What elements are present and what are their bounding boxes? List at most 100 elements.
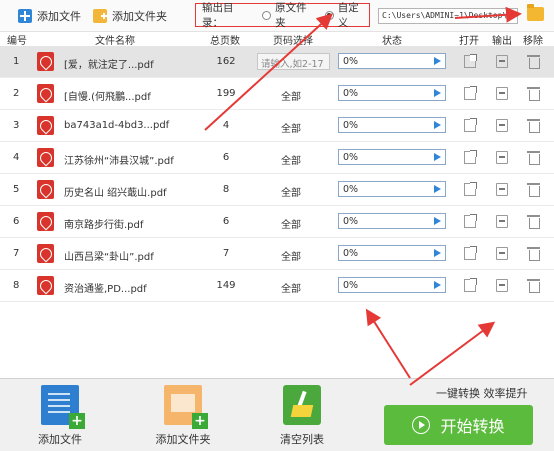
table-row[interactable]: 2 [自慢.(何飛鵬...pdf 199 全部 0% — [0, 78, 554, 110]
open-icon[interactable] — [464, 118, 477, 132]
file-name: 南京路步行街.pdf — [64, 220, 144, 231]
table-row[interactable]: 3 ba743a1d-4bd3...pdf 4 全部 0% — [0, 110, 554, 142]
open-icon[interactable] — [464, 278, 477, 292]
pdf-icon — [37, 116, 54, 135]
progress-text: 0% — [343, 152, 359, 163]
trash-icon[interactable] — [527, 55, 540, 69]
output-icon[interactable] — [496, 87, 508, 100]
output-icon[interactable] — [496, 215, 508, 228]
play-icon[interactable] — [434, 153, 441, 161]
row-index: 6 — [13, 216, 20, 227]
play-circle-icon — [412, 416, 431, 434]
file-name: ba743a1d-4bd3...pdf — [64, 120, 170, 131]
trash-icon[interactable] — [527, 87, 540, 101]
bottom-add-folder-label: 添加文件夹 — [155, 433, 211, 446]
bottom-add-file-button[interactable]: 添加文件 — [20, 385, 100, 447]
browse-folder-icon[interactable] — [527, 4, 544, 21]
file-name: [爱，就注定了...pdf — [64, 60, 154, 71]
pdf-icon — [37, 244, 54, 263]
col-index: 编号 — [7, 36, 27, 47]
open-icon[interactable] — [464, 214, 477, 228]
radio-custom[interactable] — [324, 10, 334, 20]
trash-icon[interactable] — [527, 279, 540, 293]
page-range[interactable]: 全部 — [266, 248, 316, 263]
pdf-icon — [37, 212, 54, 231]
table-row[interactable]: 8 资治通鉴,PD...pdf 149 全部 0% — [0, 270, 554, 302]
output-icon[interactable] — [496, 151, 508, 164]
add-file-button[interactable]: 添加文件 — [18, 7, 81, 25]
trash-icon[interactable] — [527, 151, 540, 165]
page-count: 8 — [222, 184, 230, 195]
open-icon[interactable] — [464, 54, 477, 68]
play-icon[interactable] — [434, 217, 441, 225]
trash-icon[interactable] — [527, 183, 540, 197]
trash-icon[interactable] — [527, 119, 540, 133]
page-range[interactable]: 全部 — [266, 88, 316, 103]
pdf-icon — [37, 276, 54, 295]
page-range[interactable]: 全部 — [266, 120, 316, 135]
table-row[interactable]: 7 山西吕梁“卦山”.pdf 7 全部 0% — [0, 238, 554, 270]
progress-text: 0% — [343, 120, 359, 131]
output-icon[interactable] — [496, 247, 508, 260]
page-range[interactable]: 全部 — [266, 152, 316, 167]
option-custom-label[interactable]: 自定义 — [338, 0, 369, 30]
open-icon[interactable] — [464, 150, 477, 164]
page-count: 199 — [216, 88, 236, 99]
clear-list-button[interactable]: 清空列表 — [262, 385, 342, 447]
progress-bar: 0% — [338, 213, 446, 229]
progress-bar: 0% — [338, 149, 446, 165]
row-index: 2 — [13, 88, 20, 99]
document-add-icon — [41, 385, 85, 429]
play-icon[interactable] — [434, 57, 441, 65]
table-row[interactable]: 6 南京路步行街.pdf 6 全部 0% — [0, 206, 554, 238]
play-icon[interactable] — [434, 89, 441, 97]
output-dir-label: 输出目录： — [202, 2, 234, 29]
file-name: [自慢.(何飛鵬...pdf — [64, 92, 151, 103]
open-icon[interactable] — [464, 246, 477, 260]
page-range[interactable]: 全部 — [266, 216, 316, 231]
table-row[interactable]: 1 [爱，就注定了...pdf 162 请输入,如2-17 0% — [0, 46, 554, 78]
path-dropdown-icon[interactable] — [510, 11, 515, 19]
page-range[interactable]: 全部 — [266, 280, 316, 295]
file-name: 山西吕梁“卦山”.pdf — [64, 252, 154, 263]
progress-bar: 0% — [338, 53, 446, 69]
output-icon[interactable] — [496, 279, 508, 292]
radio-source-folder[interactable] — [262, 10, 272, 20]
bottom-add-file-label: 添加文件 — [38, 433, 82, 446]
arrow-to-list — [365, 308, 411, 379]
table-row[interactable]: 5 历史名山 绍兴蕺山.pdf 8 全部 0% — [0, 174, 554, 206]
progress-bar: 0% — [338, 117, 446, 133]
page-count: 6 — [222, 216, 230, 227]
play-icon[interactable] — [434, 281, 441, 289]
open-icon[interactable] — [464, 86, 477, 100]
output-icon[interactable] — [496, 119, 508, 132]
col-filename: 文件名称 — [95, 36, 135, 47]
page-range-input[interactable]: 请输入,如2-17 — [257, 53, 330, 70]
bottom-add-folder-button[interactable]: 添加文件夹 — [143, 385, 223, 447]
progress-bar: 0% — [338, 181, 446, 197]
option-source-label[interactable]: 原文件夹 — [275, 0, 317, 30]
progress-bar: 0% — [338, 245, 446, 261]
play-icon[interactable] — [434, 121, 441, 129]
play-icon[interactable] — [434, 249, 441, 257]
output-directory-selector: 输出目录： 原文件夹 自定义 — [195, 0, 370, 30]
trash-icon[interactable] — [527, 247, 540, 261]
output-icon[interactable] — [496, 183, 508, 196]
folder-add-icon — [164, 385, 208, 429]
col-range: 页码选择 — [273, 36, 313, 47]
page-range[interactable]: 全部 — [266, 184, 316, 199]
output-path-field[interactable]: C:\Users\ADMINI~1\Desktop\ — [378, 8, 518, 24]
table-row[interactable]: 4 江苏徐州“沛县汉城”.pdf 6 全部 0% — [0, 142, 554, 174]
pdf-icon — [37, 180, 54, 199]
trash-icon[interactable] — [527, 215, 540, 229]
start-convert-button[interactable]: 开始转换 — [384, 405, 533, 445]
row-index: 4 — [13, 152, 20, 163]
row-index: 5 — [13, 184, 20, 195]
add-folder-button[interactable]: 添加文件夹 — [93, 7, 167, 25]
progress-text: 0% — [343, 280, 359, 291]
output-icon[interactable] — [496, 55, 508, 68]
play-icon[interactable] — [434, 185, 441, 193]
pdf-icon — [37, 148, 54, 167]
progress-text: 0% — [343, 184, 359, 195]
open-icon[interactable] — [464, 182, 477, 196]
